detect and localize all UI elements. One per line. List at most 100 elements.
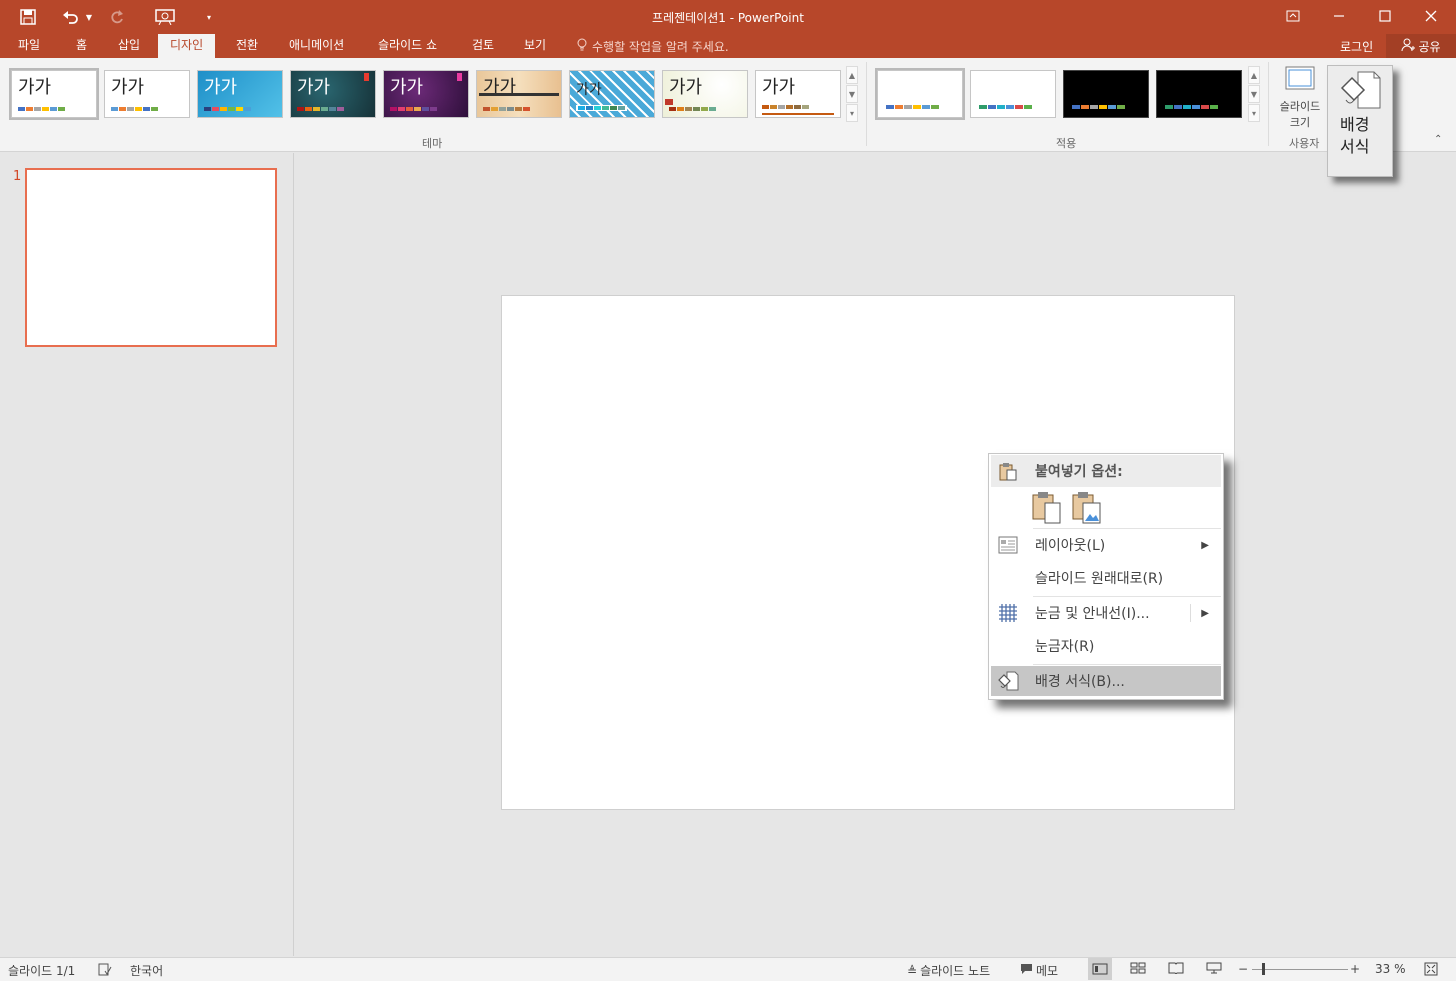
window-title: 프레젠테이션1 - PowerPoint xyxy=(652,11,804,25)
paste-options-row: 붙여넣기 옵션: xyxy=(991,456,1221,486)
customize-group-label: 사용자 xyxy=(1289,137,1320,150)
tab-home[interactable]: 홈 xyxy=(64,34,99,58)
variant-3[interactable] xyxy=(1063,70,1149,118)
variant-1[interactable] xyxy=(875,68,965,120)
scroll-down-icon[interactable]: ▼ xyxy=(1248,85,1260,103)
reset-slide-label: 슬라이드 원래대로(R) xyxy=(1035,571,1164,587)
comments-button[interactable]: 메모 xyxy=(1020,962,1058,979)
more-icon[interactable]: ▾ xyxy=(846,104,858,122)
theme-ion-boardroom[interactable]: 가가 xyxy=(383,70,469,118)
status-bar: 슬라이드 1/1 한국어 ≜ 슬라이드 노트 메모 − + 33 % xyxy=(0,957,1456,981)
ribbon-tabs: 파일 홈 삽입 디자인 전환 애니메이션 슬라이드 쇼 검토 보기 수행할 작업… xyxy=(0,34,1456,58)
variant-4[interactable] xyxy=(1156,70,1242,118)
share-button[interactable]: 공유 xyxy=(1386,34,1456,58)
layout-label: 레이아웃(L) xyxy=(1035,538,1106,554)
slide-size-button[interactable]: 슬라이드 크기 xyxy=(1276,62,1324,132)
format-background-button[interactable]: 배경 서식 xyxy=(1327,65,1393,177)
theme-retrospect[interactable]: 가가 xyxy=(569,70,655,118)
zoom-slider[interactable] xyxy=(1252,969,1348,970)
grid-guides-label: 눈금 및 안내선(I)... xyxy=(1035,606,1150,622)
tab-insert[interactable]: 삽입 xyxy=(106,34,152,58)
theme-accent-icon xyxy=(665,99,673,105)
ruler-label: 눈금자(R) xyxy=(1035,639,1095,655)
theme-sample-text: 가가 xyxy=(297,77,331,98)
more-icon[interactable]: ▾ xyxy=(1248,104,1260,122)
tab-view[interactable]: 보기 xyxy=(512,34,558,58)
tell-me-box[interactable]: 수행할 작업을 알려 주세요. xyxy=(576,38,729,55)
title-bar: ▼ ▾ 프레젠테이션1 - PowerPoint xyxy=(0,0,1456,34)
login-link[interactable]: 로그인 xyxy=(1340,38,1373,55)
theme-stripe-icon xyxy=(479,93,559,96)
collapse-ribbon-icon[interactable]: ⌃ xyxy=(1434,134,1442,145)
theme-accent-icon xyxy=(364,73,369,81)
slideshow-view-icon[interactable] xyxy=(1206,962,1222,974)
maximize-icon[interactable] xyxy=(1362,0,1408,32)
variants-group-label: 적용 xyxy=(1056,137,1077,150)
format-background-label: 배경 서식(B)... xyxy=(1035,674,1125,690)
themes-group-label: 테마 xyxy=(422,137,443,150)
format-background-label-2: 서식 xyxy=(1340,137,1370,156)
theme-sample-text: 가가 xyxy=(111,77,145,98)
layout-icon xyxy=(996,533,1020,557)
theme-sample-text: 가가 xyxy=(204,77,238,98)
language-indicator[interactable]: 한국어 xyxy=(130,962,163,979)
format-background-label-1: 배경 xyxy=(1340,115,1370,134)
share-label: 공유 xyxy=(1418,39,1441,54)
theme-banded[interactable]: 가가 xyxy=(755,70,841,118)
themes-scroll[interactable]: ▲ ▼ ▾ xyxy=(846,66,858,122)
theme-office[interactable]: 가가 xyxy=(9,68,99,120)
slide-indicator[interactable]: 슬라이드 1/1 xyxy=(8,962,75,979)
paste-use-destination-theme-icon[interactable] xyxy=(1031,491,1063,528)
slide-sorter-icon[interactable] xyxy=(1130,962,1146,974)
scroll-up-icon[interactable]: ▲ xyxy=(1248,66,1260,84)
slide-thumbnails-panel: 1 xyxy=(0,153,294,956)
tab-transitions[interactable]: 전환 xyxy=(224,34,270,58)
normal-view-icon[interactable] xyxy=(1088,958,1112,980)
theme-underline-icon xyxy=(762,113,834,115)
zoom-in-icon[interactable]: + xyxy=(1350,962,1360,976)
menu-item-reset-slide[interactable]: 슬라이드 원래대로(R) xyxy=(991,563,1221,593)
zoom-level[interactable]: 33 % xyxy=(1375,962,1406,976)
scroll-up-icon[interactable]: ▲ xyxy=(846,66,858,84)
menu-item-format-background[interactable]: 배경 서식(B)... xyxy=(991,666,1221,696)
fit-to-window-icon[interactable] xyxy=(1424,962,1438,976)
zoom-slider-thumb[interactable] xyxy=(1262,963,1265,975)
tab-file[interactable]: 파일 xyxy=(6,34,52,58)
variants-scroll[interactable]: ▲ ▼ ▾ xyxy=(1248,66,1260,122)
ribbon-display-options-icon[interactable] xyxy=(1270,0,1316,32)
theme-facet[interactable]: 가가 xyxy=(197,70,283,118)
notes-label: 슬라이드 노트 xyxy=(920,964,991,978)
scroll-down-icon[interactable]: ▼ xyxy=(846,85,858,103)
theme-organic[interactable]: 가가 xyxy=(476,70,562,118)
tab-review[interactable]: 검토 xyxy=(460,34,506,58)
theme-sample-text: 가가 xyxy=(762,77,796,98)
tab-slideshow[interactable]: 슬라이드 쇼 xyxy=(366,34,449,58)
menu-item-grid-guides[interactable]: 눈금 및 안내선(I)... ▶ xyxy=(991,598,1221,628)
theme-sample-text: 가가 xyxy=(576,82,602,98)
menu-item-ruler[interactable]: 눈금자(R) xyxy=(991,631,1221,661)
lightbulb-icon xyxy=(576,38,588,55)
theme-sample-text: 가가 xyxy=(669,77,703,98)
comments-label: 메모 xyxy=(1036,964,1059,978)
notes-icon: ≜ xyxy=(907,963,918,978)
slide-thumbnail[interactable] xyxy=(25,168,277,347)
tab-animations[interactable]: 애니메이션 xyxy=(277,34,356,58)
theme-ion[interactable]: 가가 xyxy=(290,70,376,118)
comment-icon xyxy=(1020,963,1033,978)
menu-separator xyxy=(1033,528,1221,529)
spell-check-icon[interactable] xyxy=(98,962,112,976)
paste-as-picture-icon[interactable] xyxy=(1071,491,1103,528)
close-icon[interactable] xyxy=(1408,0,1454,32)
tab-design[interactable]: 디자인 xyxy=(158,34,216,58)
menu-item-layout[interactable]: 레이아웃(L) ▶ xyxy=(991,530,1221,560)
clipboard-icon xyxy=(996,459,1020,483)
reading-view-icon[interactable] xyxy=(1168,962,1184,974)
theme-wisp[interactable]: 가가 xyxy=(662,70,748,118)
notes-button[interactable]: ≜ 슬라이드 노트 xyxy=(907,962,990,979)
slide-size-icon xyxy=(1285,66,1315,93)
theme-office-2[interactable]: 가가 xyxy=(104,70,190,118)
variant-2[interactable] xyxy=(970,70,1056,118)
tell-me-text: 수행할 작업을 알려 주세요. xyxy=(592,40,729,54)
minimize-icon[interactable] xyxy=(1316,0,1362,32)
zoom-out-icon[interactable]: − xyxy=(1238,962,1248,976)
